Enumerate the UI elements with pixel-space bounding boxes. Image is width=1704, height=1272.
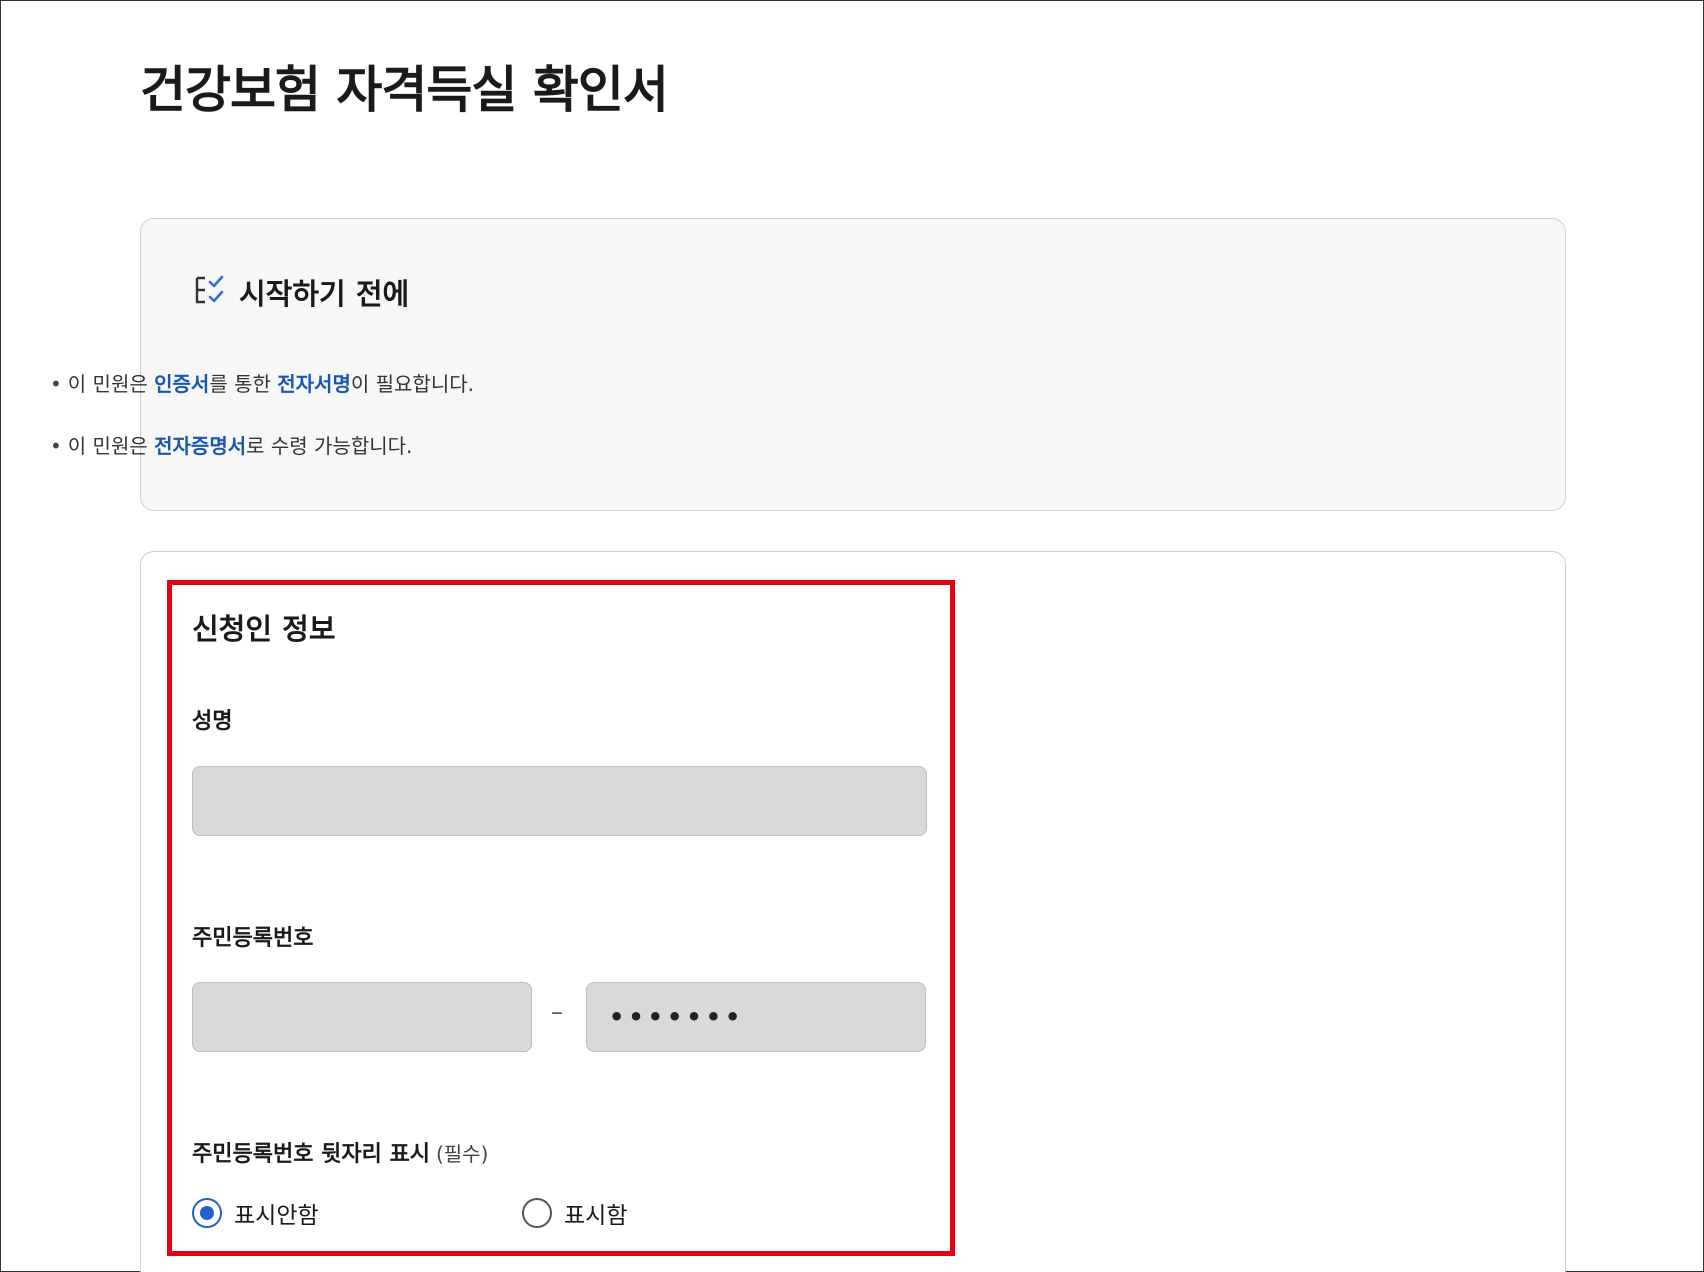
notice-text: 로 수령 가능합니다. [246,434,413,458]
bullet: • [50,372,62,396]
applicant-section-title: 신청인 정보 [192,612,336,646]
bullet: • [50,434,62,458]
notice-line-signature: • 이 민원은 인증서를 통한 전자서명이 필요합니다. [50,368,474,397]
notice-text: 를 통한 [209,372,278,396]
name-input[interactable] [192,766,927,836]
before-start-notice: 시작하기 전에 [140,218,1566,511]
rrn-display-label-text: 주민등록번호 뒷자리 표시 [192,1142,430,1167]
name-label: 성명 [192,709,233,734]
page-title: 건강보험 자격득실 확인서 [140,61,669,119]
radio-hide-option[interactable]: 표시안함 [192,1196,319,1230]
notice-text: 이 민원은 [67,372,155,396]
checklist-icon [193,273,227,311]
notice-line-e-certificate: • 이 민원은 전자증명서로 수령 가능합니다. [50,430,412,459]
radio-show-option[interactable]: 표시함 [522,1196,627,1230]
rrn-front-input[interactable] [192,982,532,1052]
notice-highlight-certificate: 인증서 [154,372,210,396]
notice-highlight-e-certificate: 전자증명서 [154,434,247,458]
notice-text: 이 필요합니다. [350,372,474,396]
rrn-back-input[interactable] [586,982,926,1052]
rrn-dash: – [551,998,563,1026]
radio-show-label[interactable]: 표시함 [564,1196,627,1230]
notice-text: 이 민원은 [67,434,155,458]
radio-unselected-icon[interactable] [522,1198,552,1228]
notice-highlight-e-signature: 전자서명 [277,372,351,396]
rrn-label: 주민등록번호 [192,926,314,951]
radio-selected-icon[interactable] [192,1198,222,1228]
required-marker: (필수) [435,1142,489,1166]
rrn-display-label: 주민등록번호 뒷자리 표시 (필수) [192,1136,488,1168]
notice-header: 시작하기 전에 [193,271,409,313]
notice-title: 시작하기 전에 [239,277,410,311]
radio-hide-label[interactable]: 표시안함 [234,1196,319,1230]
